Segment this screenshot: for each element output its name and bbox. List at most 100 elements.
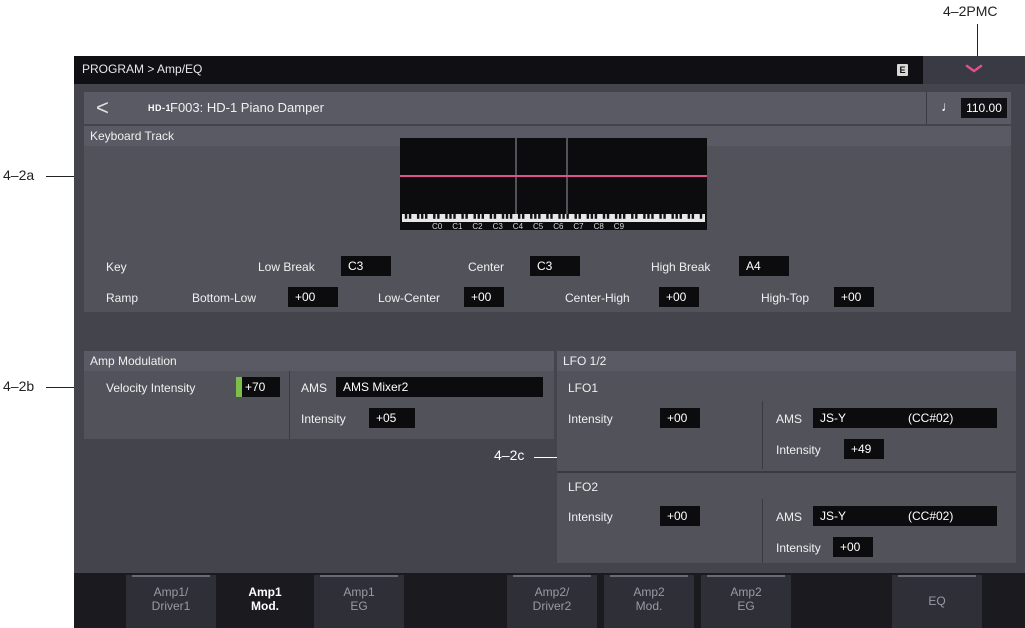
lfo2-intensity-field[interactable]: +00 — [660, 506, 700, 526]
tab-indicator — [707, 575, 785, 577]
black-key — [404, 214, 408, 219]
black-key — [534, 214, 537, 219]
tempo-value[interactable]: 110.00 — [961, 98, 1007, 118]
tab-label-line1: EQ — [928, 594, 946, 608]
breadcrumb: PROGRAM > Amp/EQ — [82, 62, 203, 76]
tab-label-line1: Amp2 — [633, 585, 665, 599]
page-menu-button[interactable] — [923, 56, 1025, 84]
tab-label-line2: EG — [737, 599, 755, 613]
black-key — [675, 214, 678, 219]
lfo2-ams-cc: (CC#02) — [908, 509, 954, 523]
lfo2-ams-intensity-field[interactable]: +00 — [833, 537, 873, 557]
tab-indicator — [610, 575, 688, 577]
black-key — [618, 214, 622, 219]
low-break-label: Low Break — [258, 260, 315, 274]
black-key — [622, 214, 626, 219]
lfo1-ams-intensity-field[interactable]: +49 — [844, 439, 884, 459]
black-key — [635, 214, 638, 219]
tempo-area: ♩ 110.00 — [926, 92, 1012, 124]
callout-4-2c: 4–2c — [494, 447, 525, 463]
black-key — [449, 214, 452, 219]
low-center-label: Low-Center — [378, 291, 441, 305]
tab-amp2-driver2[interactable]: Amp2/ Driver2 — [507, 575, 597, 628]
velocity-intensity-field[interactable]: +70 — [242, 377, 280, 397]
black-key — [578, 214, 581, 219]
black-key — [445, 214, 448, 219]
back-arrow-icon[interactable]: < — [96, 94, 109, 122]
black-key — [566, 214, 569, 219]
amp-modulation-title: Amp Modulation — [84, 351, 554, 371]
lfo2-divider — [762, 499, 763, 563]
black-key — [606, 214, 610, 219]
e-badge: E — [897, 64, 908, 76]
black-key — [631, 214, 634, 219]
amp-divider — [289, 371, 290, 439]
black-key — [614, 214, 618, 219]
hd1-badge: HD-1 — [148, 103, 172, 113]
black-key — [420, 214, 424, 219]
lfo-panel: LFO 1/2 LFO1 Intensity +00 AMS JS-Y (CC#… — [557, 351, 1016, 563]
lfo2-ams-field[interactable]: JS-Y (CC#02) — [813, 506, 997, 526]
tab-amp2-eg[interactable]: Amp2 EG — [701, 575, 791, 628]
black-key — [679, 214, 682, 219]
black-key — [687, 214, 691, 219]
tab-label-line1: Amp2/ — [534, 585, 570, 599]
callout-4-2b: 4–2b — [3, 378, 35, 394]
black-key — [562, 214, 565, 219]
high-break-field[interactable]: A4 — [739, 256, 789, 276]
note-label: C6 — [553, 222, 564, 230]
center-label: Center — [468, 260, 505, 274]
black-key — [465, 214, 468, 219]
black-key — [602, 214, 606, 219]
high-top-field[interactable]: +00 — [834, 287, 874, 307]
black-key — [517, 214, 521, 219]
tab-bar: Amp1/ Driver1 Amp1 Mod. Amp1 EG Amp2/ Dr… — [74, 573, 1025, 628]
top-bar: PROGRAM > Amp/EQ E — [74, 56, 1025, 84]
tab-label-line2: Mod. — [635, 599, 663, 613]
lfo1-ams-label: AMS — [776, 412, 803, 426]
lfo-title: LFO 1/2 — [557, 351, 1016, 371]
lfo1-intensity-label: Intensity — [568, 412, 613, 426]
black-key — [477, 214, 480, 219]
center-high-label: Center-High — [565, 291, 630, 305]
callout-4-2a: 4–2a — [3, 167, 35, 183]
black-key — [574, 214, 577, 219]
lfo-separator — [557, 471, 1016, 473]
lfo1-ams-field[interactable]: JS-Y (CC#02) — [813, 408, 997, 428]
center-high-field[interactable]: +00 — [659, 287, 699, 307]
note-label: C7 — [573, 222, 584, 230]
black-key — [501, 214, 505, 219]
black-key — [505, 214, 509, 219]
black-key — [663, 214, 666, 219]
note-label: C5 — [533, 222, 544, 230]
lfo1-divider — [762, 401, 763, 469]
lfo1-intensity-field[interactable]: +00 — [660, 408, 700, 428]
tab-eq[interactable]: EQ — [892, 575, 982, 628]
black-key — [453, 214, 456, 219]
black-key — [473, 214, 476, 219]
bottom-low-field[interactable]: +00 — [288, 287, 338, 307]
lfo1-ams-intensity-label: Intensity — [776, 443, 821, 457]
low-break-field[interactable]: C3 — [341, 256, 391, 276]
tab-amp1-mod[interactable]: Amp1 Mod. — [220, 575, 310, 628]
center-field[interactable]: C3 — [530, 256, 580, 276]
low-center-field[interactable]: +00 — [464, 287, 504, 307]
program-header: < HD-1 F003: HD-1 Piano Damper ♩ 110.00 — [84, 92, 1011, 124]
black-key — [433, 214, 436, 219]
tab-amp1-driver1[interactable]: Amp1/ Driver1 — [126, 575, 216, 628]
black-key — [546, 214, 549, 219]
black-key — [461, 214, 464, 219]
tab-label-line2: Mod. — [251, 599, 279, 613]
amp-ams-field[interactable]: AMS Mixer2 — [336, 377, 543, 397]
screen: PROGRAM > Amp/EQ E < HD-1 F003: HD-1 Pia… — [74, 56, 1025, 628]
black-key — [651, 214, 654, 219]
quarter-note-icon: ♩ — [941, 98, 955, 114]
amp-ams-intensity-field[interactable]: +05 — [369, 408, 415, 428]
black-key — [530, 214, 533, 219]
tab-amp2-mod[interactable]: Amp2 Mod. — [604, 575, 694, 628]
program-name[interactable]: F003: HD-1 Piano Damper — [170, 100, 324, 115]
tab-label-line2: EG — [350, 599, 368, 613]
black-key — [416, 214, 420, 219]
tab-amp1-eg[interactable]: Amp1 EG — [314, 575, 404, 628]
lfo2-intensity-label: Intensity — [568, 510, 613, 524]
